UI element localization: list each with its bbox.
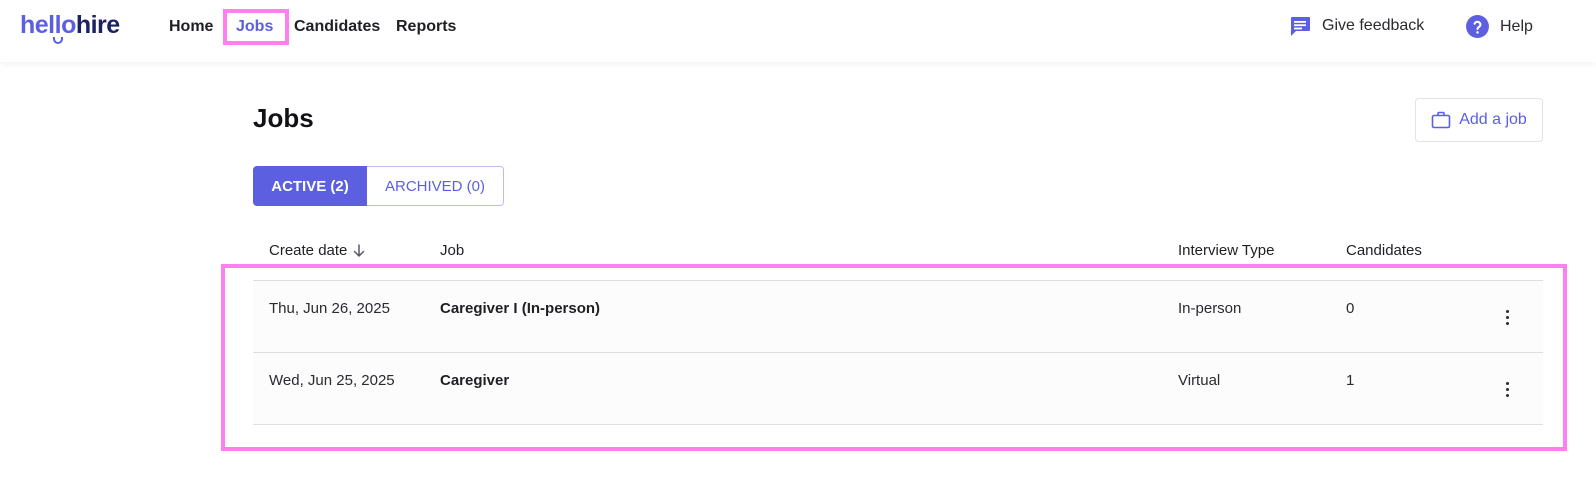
give-feedback-label: Give feedback — [1322, 17, 1425, 34]
logo-text-hello: hello — [20, 11, 76, 39]
table-bottom-divider — [253, 424, 1543, 425]
logo-smile-mark — [53, 37, 63, 44]
chat-bubble-icon — [1291, 17, 1310, 36]
help-button[interactable]: Help — [1465, 14, 1533, 39]
column-header-job: Job — [440, 242, 465, 259]
page-title: Jobs — [253, 103, 314, 133]
row-candidates-count: 0 — [1346, 300, 1355, 317]
nav-reports[interactable]: Reports — [396, 17, 456, 37]
add-job-label: Add a job — [1459, 111, 1527, 128]
tab-archived[interactable]: ARCHIVED (0) — [367, 166, 504, 206]
arrow-down-icon — [354, 244, 365, 257]
tab-active[interactable]: ACTIVE (2) — [253, 166, 367, 206]
logo-text-hire: hire — [75, 11, 120, 39]
nav-home[interactable]: Home — [169, 17, 213, 37]
row-more-options-icon[interactable] — [1497, 379, 1517, 399]
row-job-title[interactable]: Caregiver I (In-person) — [440, 300, 600, 318]
row-create-date: Thu, Jun 26, 2025 — [269, 300, 390, 317]
row-job-title[interactable]: Caregiver — [440, 372, 509, 390]
column-header-interview-type: Interview Type — [1178, 242, 1275, 259]
table-row[interactable]: Thu, Jun 26, 2025 Caregiver I (In-person… — [253, 280, 1543, 352]
row-more-options-icon[interactable] — [1497, 307, 1517, 327]
nav-candidates[interactable]: Candidates — [294, 17, 380, 37]
nav-jobs[interactable]: Jobs — [236, 17, 273, 37]
row-candidates-count: 1 — [1346, 372, 1355, 389]
hellohire-logo[interactable]: hellohire — [20, 10, 120, 44]
top-navigation-bar: hellohire Home Jobs Candidates Reports G… — [0, 0, 1596, 62]
give-feedback-button[interactable]: Give feedback — [1288, 14, 1424, 38]
row-interview-type: In-person — [1178, 300, 1242, 317]
column-header-create-date-label: Create date — [269, 242, 348, 259]
help-label: Help — [1500, 17, 1533, 35]
column-header-create-date[interactable]: Create date — [269, 242, 365, 260]
add-job-button[interactable]: Add a job — [1415, 98, 1543, 142]
table-row[interactable]: Wed, Jun 25, 2025 Caregiver Virtual 1 — [253, 352, 1543, 424]
job-status-tabs: ACTIVE (2) ARCHIVED (0) — [253, 166, 504, 206]
row-create-date: Wed, Jun 25, 2025 — [269, 372, 395, 389]
column-header-candidates: Candidates — [1346, 242, 1422, 259]
question-circle-icon — [1466, 15, 1489, 38]
briefcase-icon — [1431, 111, 1451, 129]
row-interview-type: Virtual — [1178, 372, 1221, 389]
